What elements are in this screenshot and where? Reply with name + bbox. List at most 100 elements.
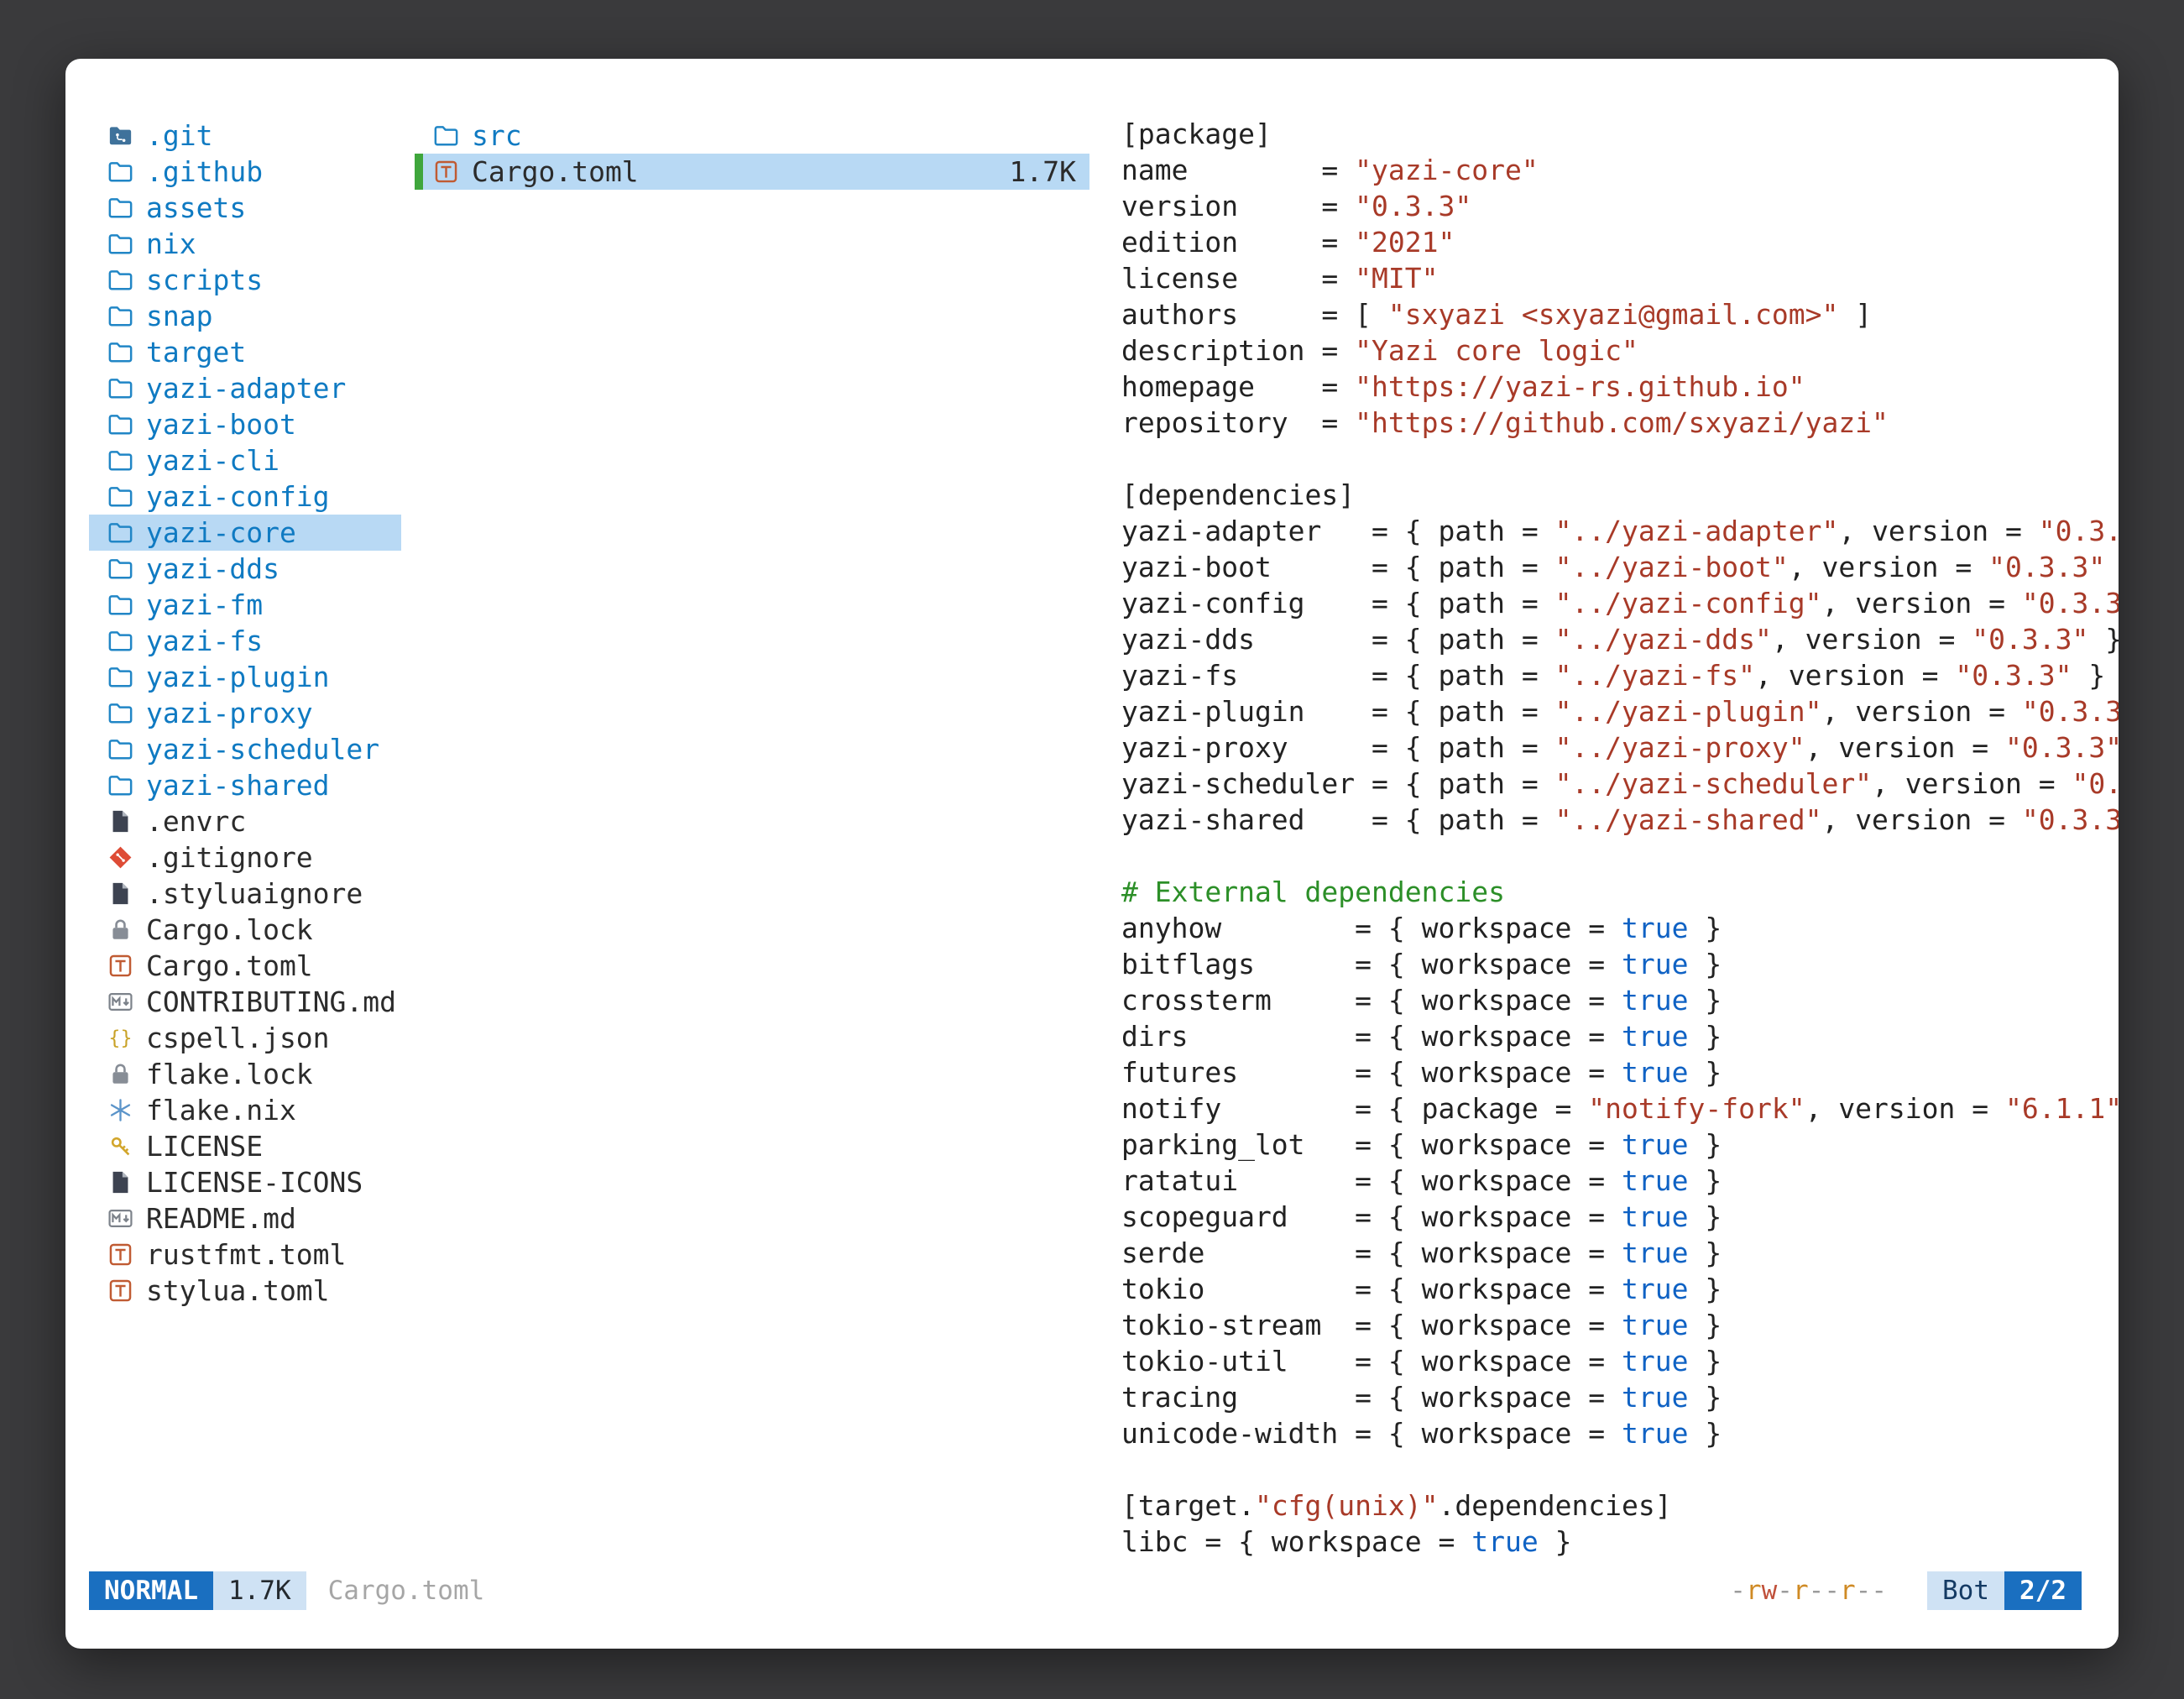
file-permissions: -rw-r--r--	[1730, 1576, 1887, 1606]
dir-row[interactable]: assets	[89, 190, 401, 226]
preview-line: ratatui = { workspace = true }	[1121, 1164, 2119, 1200]
preview-line: notify = { package = "notify-fork", vers…	[1121, 1092, 2119, 1128]
file-row[interactable]: .styluaignore	[89, 876, 401, 912]
entry-label: .styluaignore	[146, 877, 363, 910]
entry-size: 1.7K	[1010, 155, 1076, 188]
file-row[interactable]: LICENSE	[89, 1128, 401, 1164]
preview-line: yazi-shared = { path = "../yazi-shared",…	[1121, 803, 2119, 839]
folder-icon	[104, 192, 136, 224]
dir-row[interactable]: yazi-boot	[89, 406, 401, 442]
file-icon	[104, 806, 136, 838]
entry-label: .gitignore	[146, 841, 313, 874]
file-row[interactable]: rustfmt.toml	[89, 1236, 401, 1273]
dir-row[interactable]: .github	[89, 154, 401, 190]
lock-icon	[104, 1059, 136, 1090]
file-row[interactable]: {}cspell.json	[89, 1020, 401, 1056]
dir-row[interactable]: yazi-config	[89, 478, 401, 515]
preview-line: homepage = "https://yazi-rs.github.io"	[1121, 370, 2119, 406]
entry-label: flake.lock	[146, 1058, 313, 1090]
folder-icon	[104, 517, 136, 549]
preview-line: parking_lot = { workspace = true }	[1121, 1128, 2119, 1164]
entry-label: src	[472, 119, 522, 152]
file-icon	[104, 1167, 136, 1199]
folder-icon	[430, 120, 462, 152]
file-row[interactable]: .envrc	[89, 803, 401, 839]
yazi-file-manager-window: .git.githubassetsnixscriptssnaptargetyaz…	[65, 59, 2119, 1649]
dir-row[interactable]: target	[89, 334, 401, 370]
preview-line: anyhow = { workspace = true }	[1121, 912, 2119, 948]
current-directory-pane[interactable]: srcCargo.toml1.7K	[415, 118, 1089, 1571]
file-row[interactable]: flake.nix	[89, 1092, 401, 1128]
file-row[interactable]: flake.lock	[89, 1056, 401, 1092]
entry-label: flake.nix	[146, 1094, 296, 1127]
folder-icon	[104, 481, 136, 513]
entry-label: yazi-proxy	[146, 697, 313, 729]
preview-line: yazi-scheduler = { path = "../yazi-sched…	[1121, 767, 2119, 803]
preview-line: version = "0.3.3"	[1121, 190, 2119, 226]
folder-icon	[104, 264, 136, 296]
preview-line: tracing = { workspace = true }	[1121, 1381, 2119, 1417]
dir-row[interactable]: yazi-core	[89, 515, 401, 551]
folder-icon	[104, 301, 136, 332]
file-size-badge: 1.7K	[213, 1571, 306, 1610]
file-row[interactable]: CONTRIBUTING.md	[89, 984, 401, 1020]
status-right-group: -rw-r--r-- Bot 2/2	[1730, 1571, 2082, 1610]
file-row[interactable]: LICENSE-ICONS	[89, 1164, 401, 1200]
entry-label: nix	[146, 227, 196, 260]
dir-row[interactable]: nix	[89, 226, 401, 262]
folder-icon	[104, 698, 136, 729]
entry-label: yazi-cli	[146, 444, 280, 477]
folder-icon	[104, 734, 136, 766]
preview-line: [target."cfg(unix)".dependencies]	[1121, 1489, 2119, 1525]
dir-row[interactable]: yazi-scheduler	[89, 731, 401, 767]
git-folder-icon	[104, 120, 136, 152]
folder-icon	[104, 770, 136, 802]
dir-row[interactable]: yazi-fm	[89, 587, 401, 623]
mode-badge: NORMAL	[89, 1571, 213, 1610]
dir-row[interactable]: src	[415, 118, 1089, 154]
file-row[interactable]: README.md	[89, 1200, 401, 1236]
preview-line: yazi-plugin = { path = "../yazi-plugin",…	[1121, 695, 2119, 731]
entry-label: snap	[146, 300, 212, 332]
file-manager-panes: .git.githubassetsnixscriptssnaptargetyaz…	[65, 59, 2119, 1571]
toml-icon	[104, 950, 136, 982]
folder-icon	[104, 228, 136, 260]
dir-row[interactable]: yazi-adapter	[89, 370, 401, 406]
file-row[interactable]: stylua.toml	[89, 1273, 401, 1309]
preview-line: yazi-boot = { path = "../yazi-boot", ver…	[1121, 551, 2119, 587]
nix-icon	[104, 1095, 136, 1127]
file-row[interactable]: Cargo.toml	[89, 948, 401, 984]
file-icon	[104, 878, 136, 910]
entry-label: README.md	[146, 1202, 296, 1235]
dir-row[interactable]: yazi-plugin	[89, 659, 401, 695]
preview-line: # External dependencies	[1121, 876, 2119, 912]
json-icon: {}	[104, 1022, 136, 1054]
parent-directory-pane[interactable]: .git.githubassetsnixscriptssnaptargetyaz…	[89, 118, 401, 1571]
preview-line: tokio-stream = { workspace = true }	[1121, 1309, 2119, 1345]
file-preview-pane[interactable]: [package]name = "yazi-core"version = "0.…	[1121, 118, 2119, 1571]
dir-row[interactable]: yazi-dds	[89, 551, 401, 587]
entry-label: .git	[146, 119, 212, 152]
preview-line: bitflags = { workspace = true }	[1121, 948, 2119, 984]
entry-label: Cargo.lock	[146, 913, 313, 946]
file-row[interactable]: Cargo.lock	[89, 912, 401, 948]
preview-line: yazi-config = { path = "../yazi-config",…	[1121, 587, 2119, 623]
dir-row[interactable]: yazi-cli	[89, 442, 401, 478]
dir-row[interactable]: .git	[89, 118, 401, 154]
entry-label: .envrc	[146, 805, 246, 838]
dir-row[interactable]: scripts	[89, 262, 401, 298]
preview-line: yazi-adapter = { path = "../yazi-adapter…	[1121, 515, 2119, 551]
entry-label: rustfmt.toml	[146, 1238, 346, 1271]
folder-icon	[104, 445, 136, 477]
file-row[interactable]: Cargo.toml1.7K	[415, 154, 1089, 190]
dir-row[interactable]: yazi-shared	[89, 767, 401, 803]
file-row[interactable]: .gitignore	[89, 839, 401, 876]
dir-row[interactable]: snap	[89, 298, 401, 334]
preview-line: libc = { workspace = true }	[1121, 1525, 2119, 1561]
dir-row[interactable]: yazi-fs	[89, 623, 401, 659]
dir-row[interactable]: yazi-proxy	[89, 695, 401, 731]
preview-line	[1121, 1453, 2119, 1489]
preview-line	[1121, 442, 2119, 478]
entry-label: yazi-shared	[146, 769, 330, 802]
entry-label: yazi-plugin	[146, 661, 330, 693]
